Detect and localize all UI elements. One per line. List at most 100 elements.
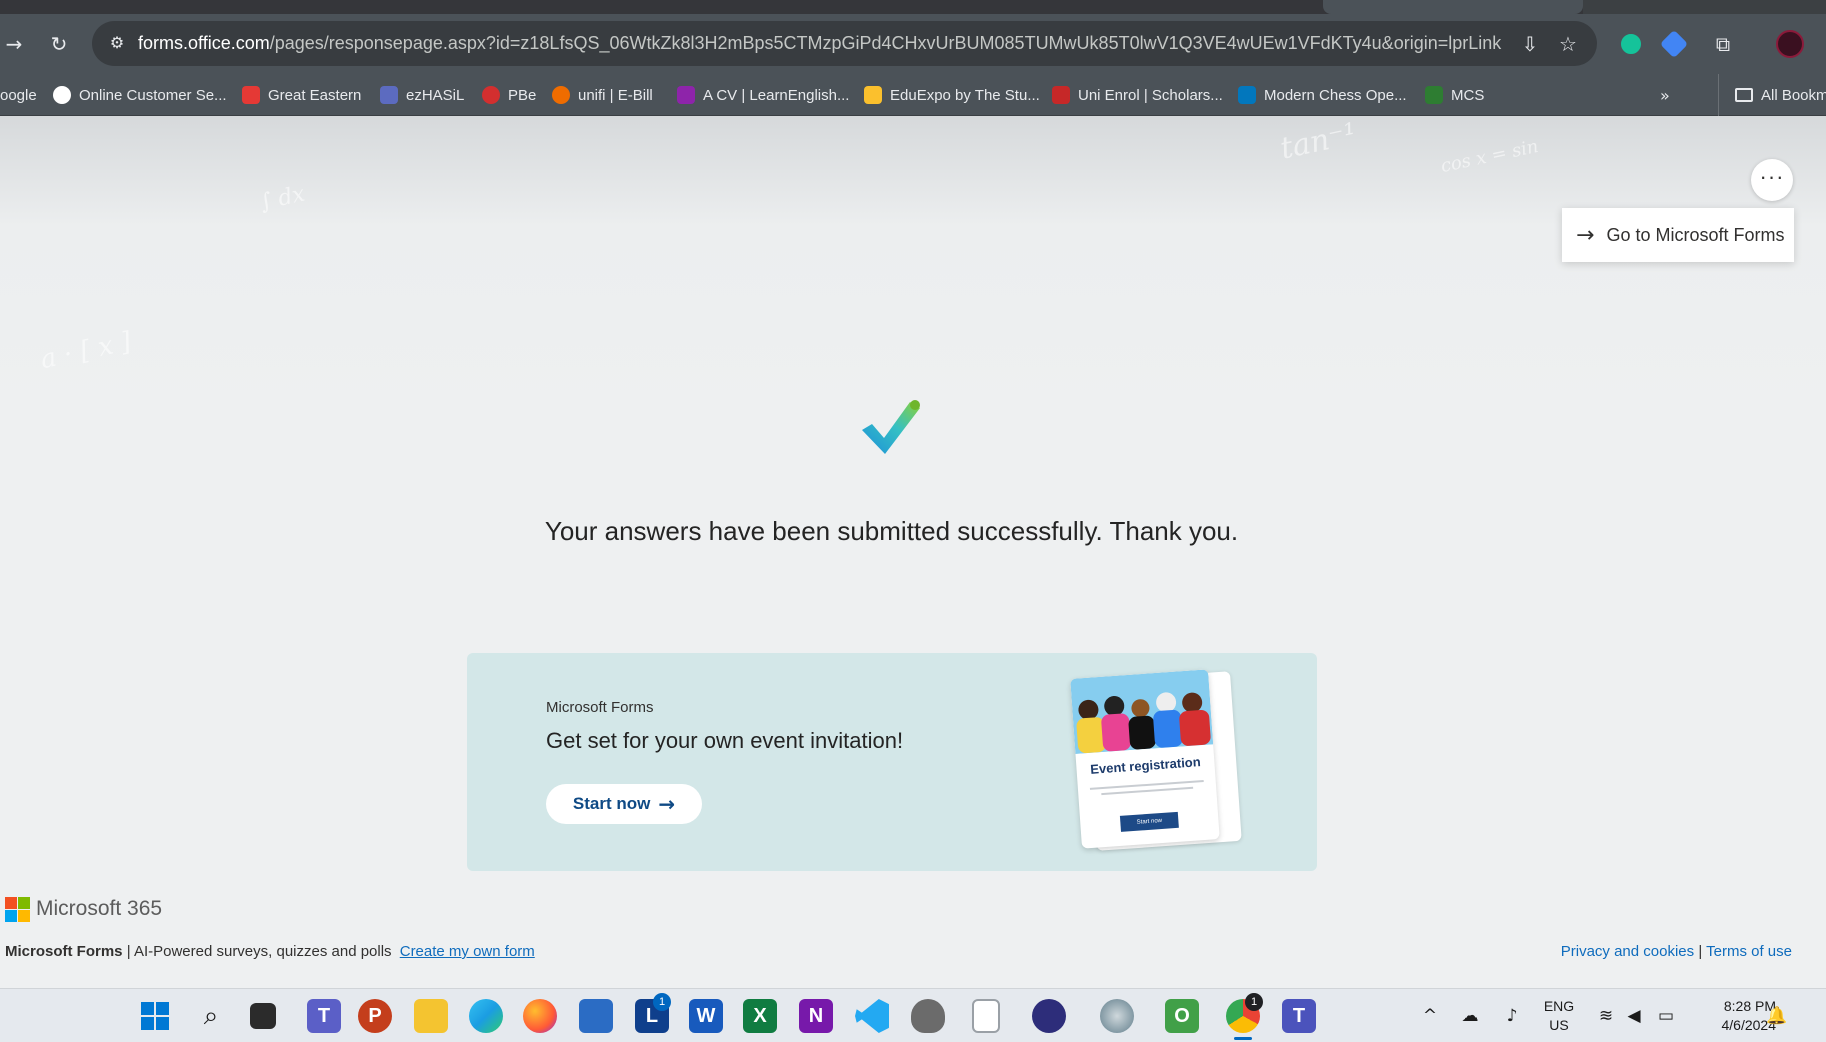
template-card-title: Event registration (1089, 754, 1202, 777)
promo-eyebrow: Microsoft Forms (546, 699, 654, 716)
template-card-description (1089, 779, 1205, 802)
background-decoration: ∫ dx (257, 181, 308, 216)
bookmark-label: ezHASiL (406, 86, 465, 104)
bookmark-item[interactable]: Great Eastern (242, 74, 361, 116)
install-app-icon[interactable]: ⇩ (1516, 30, 1544, 58)
grammarly-icon[interactable] (1617, 30, 1645, 58)
ot-app-icon[interactable]: O (1165, 999, 1199, 1033)
background-decoration: a · [ x ] (37, 326, 134, 376)
all-bookmarks-button[interactable]: All Bookmarks (1718, 74, 1826, 116)
bookmark-item[interactable]: Uni Enrol | Scholars... (1052, 74, 1223, 116)
pbe-icon (482, 86, 500, 104)
extensions-puzzle-icon[interactable]: ⧉ (1709, 30, 1737, 58)
onedrive-icon[interactable]: ☁ (1458, 1004, 1482, 1028)
more-options-button[interactable]: ··· (1751, 159, 1793, 201)
uni-enrol-icon (1052, 86, 1070, 104)
teams-icon[interactable]: T (307, 999, 341, 1033)
copilot-icon[interactable] (1800, 1004, 1824, 1028)
bookmark-label: PBe (508, 86, 537, 104)
bookmark-item[interactable]: MCS (1425, 74, 1484, 116)
double-chevron-icon: » (1660, 85, 1670, 105)
start-now-button[interactable]: Start now → (546, 784, 702, 824)
microphone-icon[interactable]: ♪ (1500, 1004, 1524, 1028)
site-info-icon[interactable]: ⚙ (104, 30, 130, 56)
bookmark-item[interactable]: Online Customer Se... (53, 74, 227, 116)
onenote-icon[interactable]: N (799, 999, 833, 1033)
bookmarks-overflow-button[interactable]: » (1660, 74, 1670, 116)
vscode-icon[interactable] (855, 999, 889, 1033)
notification-bell-icon[interactable]: 🔔 (1765, 1004, 1789, 1028)
active-tab[interactable] (1323, 0, 1583, 14)
privacy-link[interactable]: Privacy and cookies (1561, 943, 1694, 960)
system-clock[interactable]: 8:28 PM 4/6/2024 (1692, 997, 1777, 1035)
volume-icon[interactable]: ◀ (1622, 1004, 1646, 1028)
store-icon[interactable] (579, 999, 613, 1033)
bookmark-item[interactable]: Modern Chess Ope... (1238, 74, 1407, 116)
word-icon[interactable]: W (689, 999, 723, 1033)
active-app-indicator (1234, 1037, 1252, 1040)
task-view-icon[interactable] (250, 1003, 276, 1029)
microsoft-365-brand: Microsoft 365 (5, 896, 162, 922)
forward-icon[interactable]: → (0, 30, 28, 58)
excel-icon[interactable]: X (743, 999, 777, 1033)
notification-badge: 1 (653, 993, 671, 1011)
footer-separator: | (126, 943, 131, 960)
document-icon[interactable] (972, 999, 1000, 1033)
globe-icon (53, 86, 71, 104)
edge-icon[interactable] (469, 999, 503, 1033)
start-now-label: Start now (572, 794, 651, 813)
address-bar[interactable]: ⚙ forms.office.com/pages/responsepage.as… (92, 21, 1597, 66)
powerpoint-icon[interactable]: P (358, 999, 392, 1033)
footer-product: Microsoft Forms (5, 943, 123, 960)
teams-new-icon[interactable]: T (1282, 999, 1316, 1033)
bookmark-label: Online Customer Se... (79, 86, 227, 104)
url-text[interactable]: forms.office.com/pages/responsepage.aspx… (138, 33, 1501, 54)
bookmark-item[interactable]: oogle (0, 74, 37, 116)
start-button[interactable] (139, 1000, 171, 1032)
url-host: forms.office.com (138, 33, 270, 53)
file-explorer-icon[interactable] (414, 999, 448, 1033)
url-path: /pages/responsepage.aspx?id=z18LfsQS_06W… (269, 33, 1502, 53)
bookmark-label: EduExpo by The Stu... (890, 86, 1040, 104)
go-to-forms-label: Go to Microsoft Forms (1606, 224, 1785, 245)
clock-date: 4/6/2024 (1721, 1017, 1777, 1033)
audio-app-icon[interactable] (1032, 999, 1066, 1033)
arrow-right-icon: → (1576, 222, 1595, 248)
bookmarks-bar: oogle Online Customer Se... Great Easter… (0, 74, 1826, 116)
unifi-icon (552, 86, 570, 104)
bookmark-item[interactable]: unifi | E-Bill (552, 74, 653, 116)
mcs-icon (1425, 86, 1443, 104)
gimp-icon[interactable] (911, 999, 945, 1033)
language-indicator[interactable]: ENG US (1540, 997, 1578, 1035)
microsoft-logo-icon (5, 896, 30, 922)
disk-app-icon[interactable] (1100, 999, 1134, 1033)
footer-separator: | (1698, 943, 1703, 960)
extension-icon[interactable] (1659, 29, 1689, 59)
bookmark-item[interactable]: PBe (482, 74, 536, 116)
wifi-icon[interactable]: ≋ (1594, 1004, 1618, 1028)
battery-icon[interactable]: ▭ (1654, 1004, 1678, 1028)
eduexpo-icon (864, 86, 882, 104)
bookmark-item[interactable]: A CV | LearnEnglish... (677, 74, 849, 116)
search-icon[interactable]: ⌕ (194, 999, 228, 1033)
bookmark-item[interactable]: ezHASiL (380, 74, 464, 116)
terms-link[interactable]: Terms of use (1706, 943, 1792, 960)
create-my-own-form-link[interactable]: Create my own form (400, 943, 535, 960)
learnenglish-icon (677, 86, 695, 104)
chevron-up-icon[interactable]: ^ (1418, 1004, 1442, 1028)
firefox-icon[interactable] (523, 999, 557, 1033)
windows-taskbar: ⌕ T P L 1 W X N O 1 T ^ ☁ ♪ ENG US ≋ ◀ ▭… (0, 988, 1826, 1042)
brand-label: Microsoft 365 (36, 897, 163, 920)
go-to-forms-button[interactable]: → Go to Microsoft Forms (1562, 208, 1794, 262)
forms-response-page: tan⁻¹ cos x = sin ∫ dx a · [ x ] ··· → G… (0, 116, 1826, 988)
folder-icon (1735, 88, 1753, 102)
tab-strip (0, 0, 1826, 14)
bookmark-item[interactable]: EduExpo by The Stu... (864, 74, 1040, 116)
reload-icon[interactable]: ↻ (45, 30, 73, 58)
profile-avatar[interactable] (1776, 30, 1804, 58)
language-code: ENG (1543, 998, 1575, 1014)
bookmark-label: Modern Chess Ope... (1264, 86, 1407, 104)
browser-toolbar: → ↻ ⚙ forms.office.com/pages/responsepag… (0, 14, 1826, 74)
bookmark-label: oogle (0, 86, 37, 104)
bookmark-star-icon[interactable]: ☆ (1554, 30, 1582, 58)
